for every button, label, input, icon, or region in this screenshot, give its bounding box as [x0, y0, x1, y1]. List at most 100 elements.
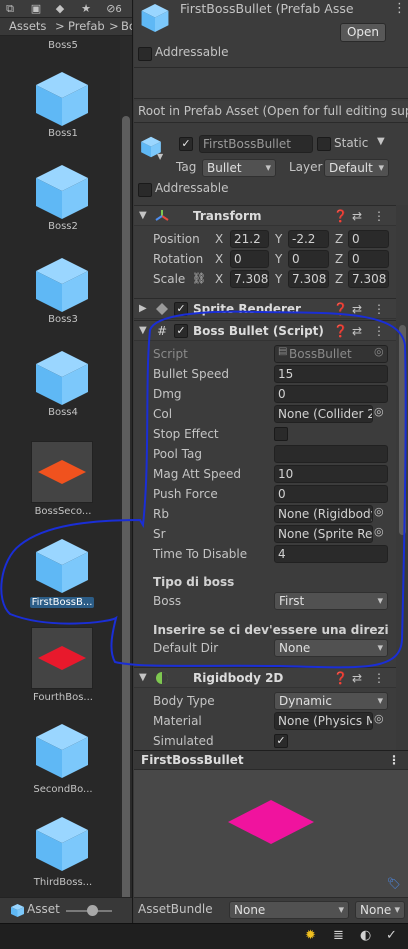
scrollbar-thumb[interactable]: [122, 116, 130, 921]
body-type-dropdown[interactable]: Dynamic: [274, 692, 388, 710]
open-button[interactable]: Open: [340, 23, 386, 42]
time-to-disable-field[interactable]: 4: [274, 545, 388, 563]
axis-x-label[interactable]: X: [215, 269, 223, 289]
constrain-proportions-icon[interactable]: ⛓: [192, 269, 206, 289]
static-checkbox[interactable]: [317, 137, 331, 151]
lighting-icon[interactable]: ◐: [360, 928, 371, 943]
foldout-expanded-icon[interactable]: ▼: [139, 668, 147, 688]
search-by-type-icon[interactable]: ▣: [28, 1, 44, 16]
more-options-icon[interactable]: ⋮: [373, 321, 385, 341]
asset-item-boss3[interactable]: Boss3: [30, 256, 94, 325]
rotation-z-field[interactable]: 0: [348, 250, 389, 268]
foldout-collapsed-icon[interactable]: ▶: [139, 299, 147, 319]
rb-field[interactable]: None (Rigidbody: [274, 505, 373, 523]
assetbundle-dropdown[interactable]: None: [229, 901, 349, 919]
help-icon[interactable]: ❓: [333, 299, 348, 319]
assetbundle-variant-dropdown[interactable]: None: [355, 901, 405, 919]
axis-y-label[interactable]: Y: [275, 249, 282, 269]
more-options-icon[interactable]: ⋮: [373, 668, 385, 688]
help-icon[interactable]: ❓: [333, 668, 348, 688]
addressable-checkbox[interactable]: [138, 183, 152, 197]
more-options-icon[interactable]: ⋮: [373, 206, 385, 226]
zoom-slider-handle[interactable]: [87, 905, 98, 916]
object-picker-icon[interactable]: ◎: [374, 505, 384, 518]
object-picker-icon[interactable]: ◎: [374, 405, 384, 418]
axis-y-label[interactable]: Y: [275, 269, 282, 289]
debug-bug-icon[interactable]: ✹: [305, 928, 316, 943]
cache-server-icon[interactable]: ≣: [333, 928, 344, 943]
boss-dropdown[interactable]: First: [274, 592, 388, 610]
drag-handle-icon[interactable]: ⋮: [388, 751, 400, 770]
asset-item-secondboss[interactable]: SecondBo...: [30, 722, 94, 795]
asset-item-bosssecond[interactable]: BossSeco...: [30, 441, 94, 517]
object-picker-icon[interactable]: ◎: [374, 712, 384, 725]
hidden-packages-icon[interactable]: ⊘6: [102, 1, 126, 16]
bullet-speed-field[interactable]: 15: [274, 365, 388, 383]
inspector-scrollbar[interactable]: [396, 205, 408, 750]
progress-icon[interactable]: ✓: [386, 928, 397, 943]
sprite-renderer-header[interactable]: ▶ ✓ Sprite Renderer ❓ ⇄ ⋮: [134, 298, 408, 319]
pool-tag-field[interactable]: [274, 445, 388, 463]
chevron-down-icon[interactable]: ▼: [157, 152, 163, 161]
col-field[interactable]: None (Collider 2D: [274, 405, 373, 423]
presets-icon[interactable]: ⇄: [352, 206, 362, 226]
push-force-field[interactable]: 0: [274, 485, 388, 503]
foldout-expanded-icon[interactable]: ▼: [139, 206, 147, 226]
help-icon[interactable]: ❓: [333, 321, 348, 341]
boss-bullet-header[interactable]: ▼ ✓ # Boss Bullet (Script) ❓ ⇄ ⋮: [134, 320, 408, 341]
asset-item-boss4[interactable]: Boss4: [30, 349, 94, 418]
rotation-y-field[interactable]: 0: [288, 250, 329, 268]
rotation-x-field[interactable]: 0: [230, 250, 269, 268]
axis-z-label[interactable]: Z: [335, 249, 343, 269]
scrollbar-thumb[interactable]: [399, 325, 406, 535]
stop-effect-checkbox[interactable]: [274, 427, 288, 441]
asset-item-boss2[interactable]: Boss2: [30, 163, 94, 232]
axis-z-label[interactable]: Z: [335, 269, 343, 289]
position-y-field[interactable]: -2.2: [288, 230, 329, 248]
favorite-icon[interactable]: ★: [78, 1, 94, 16]
axis-x-label[interactable]: X: [215, 229, 223, 249]
simulated-checkbox[interactable]: ✓: [274, 734, 288, 748]
layer-dropdown[interactable]: Default: [324, 159, 389, 177]
addressable-checkbox[interactable]: [138, 47, 152, 61]
more-options-icon[interactable]: ⋮: [373, 299, 385, 319]
default-dir-dropdown[interactable]: None: [274, 639, 388, 657]
material-field[interactable]: None (Physics M: [274, 712, 373, 730]
breadcrumb-prefab[interactable]: Prefab: [68, 18, 105, 35]
rigidbody-header[interactable]: ▼ Rigidbody 2D ❓ ⇄ ⋮: [134, 667, 408, 688]
asset-item-thirdboss[interactable]: ThirdBoss...: [30, 815, 94, 888]
breadcrumb-folder[interactable]: Bo: [121, 18, 132, 35]
scale-x-field[interactable]: 7.308: [230, 270, 269, 288]
position-z-field[interactable]: 0: [348, 230, 389, 248]
transform-header[interactable]: ▼ Transform ❓ ⇄ ⋮: [134, 205, 408, 226]
axis-z-label[interactable]: Z: [335, 229, 343, 249]
component-enabled-checkbox[interactable]: ✓: [174, 302, 188, 316]
presets-icon[interactable]: ⇄: [352, 299, 362, 319]
object-picker-icon[interactable]: ◎: [374, 525, 384, 538]
label-tag-icon[interactable]: 🏷: [387, 877, 401, 890]
static-dropdown-icon[interactable]: ▼: [377, 136, 385, 147]
help-icon[interactable]: ❓: [333, 206, 348, 226]
label-filter-icon[interactable]: ◆: [52, 1, 68, 16]
foldout-expanded-icon[interactable]: ▼: [139, 321, 147, 341]
asset-item-fourthboss[interactable]: FourthBos...: [30, 627, 94, 703]
mag-att-speed-field[interactable]: 10: [274, 465, 388, 483]
sr-field[interactable]: None (Sprite Ren: [274, 525, 373, 543]
preview-title-bar[interactable]: FirstBossBullet ⋮: [134, 750, 408, 770]
position-x-field[interactable]: 21.2: [230, 230, 269, 248]
dmg-field[interactable]: 0: [274, 385, 388, 403]
tag-dropdown[interactable]: Bullet: [202, 159, 276, 177]
presets-icon[interactable]: ⇄: [352, 668, 362, 688]
breadcrumb-assets[interactable]: Assets: [9, 18, 46, 35]
more-options-icon[interactable]: ⋮: [393, 1, 406, 16]
active-checkbox[interactable]: ✓: [179, 137, 193, 151]
object-name-field[interactable]: FirstBossBullet: [199, 135, 313, 153]
sidebar-toggle-icon[interactable]: ⧉: [2, 1, 18, 16]
axis-x-label[interactable]: X: [215, 249, 223, 269]
scale-z-field[interactable]: 7.308: [348, 270, 389, 288]
axis-y-label[interactable]: Y: [275, 229, 282, 249]
scale-y-field[interactable]: 7.308: [288, 270, 329, 288]
project-scrollbar[interactable]: [120, 36, 132, 921]
presets-icon[interactable]: ⇄: [352, 321, 362, 341]
asset-item-firstbossbullet[interactable]: FirstBossB...: [30, 537, 94, 608]
